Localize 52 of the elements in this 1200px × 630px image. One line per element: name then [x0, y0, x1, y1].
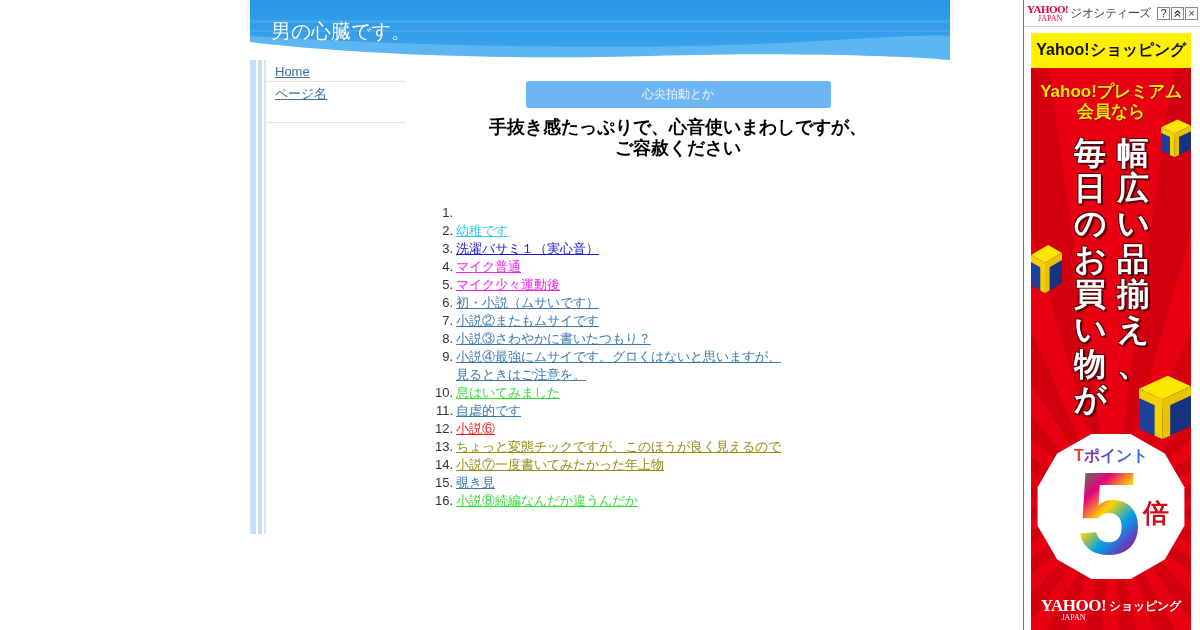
list-number: 8. [441, 330, 454, 348]
site-title: 男の心臓です。 [271, 19, 411, 43]
double-chevron-icon [1174, 9, 1181, 17]
list-number: 9. [441, 348, 454, 366]
list-link[interactable]: 小説②またもムサイです [456, 312, 599, 330]
help-button[interactable]: ? [1157, 6, 1170, 20]
list-number: 2. [441, 222, 454, 240]
list-number: 12. [433, 420, 454, 438]
list-number: 14. [433, 456, 454, 474]
list-number: 3. [441, 240, 454, 258]
list-number: 6. [441, 294, 454, 312]
points-label: Tポイント [1074, 446, 1148, 465]
list-number: 7. [441, 312, 454, 330]
collapse-button[interactable] [1171, 6, 1184, 20]
multiplier-unit: 倍 [1143, 497, 1170, 530]
list-number: 11. [434, 402, 454, 420]
list-number: 5. [441, 276, 454, 294]
footer-logo-subtitle: JAPAN [1061, 613, 1086, 622]
shop-title: Yahoo!ショッピング [1031, 33, 1191, 68]
list-link[interactable]: 洗濯バサミ１（実心音） [456, 240, 599, 258]
list-number: 16. [433, 492, 454, 510]
list-number: 4. [441, 258, 454, 276]
promo-text: 会員なら [1077, 102, 1145, 122]
list-number: 10. [433, 384, 454, 402]
list-number: 13. [433, 438, 454, 456]
footer-service-name: ショッピング [1109, 599, 1182, 613]
list-link[interactable]: 小説⑥ [456, 420, 495, 438]
footer-logo-text: YAHOO! [1040, 598, 1107, 613]
cube-icon [1031, 243, 1062, 293]
cube-icon [1161, 118, 1191, 157]
list-link[interactable]: ちょっと変態チックですが、このほうが良く見えるので [456, 438, 781, 456]
list-link[interactable]: 初・小説（ムサいです） [456, 294, 599, 312]
ad-headline: 幅広い品揃え、 [1116, 136, 1149, 383]
ad-headline: 毎日のお買い物が [1073, 136, 1106, 418]
list-number: 1. [441, 204, 454, 222]
promo-text: Yahoo!プレミアム [1040, 82, 1182, 102]
cube-icon [1139, 373, 1191, 439]
logo-subtitle: JAPAN [1038, 14, 1063, 23]
list-link[interactable]: 小説④最強にムサイです。グロくはないと思いますが、見るときはご注意を。 [456, 348, 786, 384]
nav-link[interactable]: ページ名 [275, 86, 327, 101]
page-heading: 手抜き感たっぷりで、心音使いまわしですが、ご容赦ください [488, 117, 868, 159]
list-link[interactable]: 自虐的です [456, 402, 521, 420]
close-button[interactable]: × [1185, 6, 1198, 20]
logo-text: YAHOO! [1027, 3, 1069, 15]
list-number: 15. [433, 474, 454, 492]
list-link[interactable]: 小説⑦一度書いてみたかった年上物 [456, 456, 664, 474]
service-name: ジオシティーズ [1070, 6, 1151, 20]
list-link[interactable]: マイク普通 [456, 258, 521, 276]
list-link[interactable]: 覗き見 [456, 474, 495, 492]
list-link[interactable]: マイク少々運動後 [456, 276, 560, 294]
list-link[interactable]: 小説③さわやかに書いたつもり？ [456, 330, 651, 348]
nav-link[interactable]: Home [275, 64, 310, 79]
